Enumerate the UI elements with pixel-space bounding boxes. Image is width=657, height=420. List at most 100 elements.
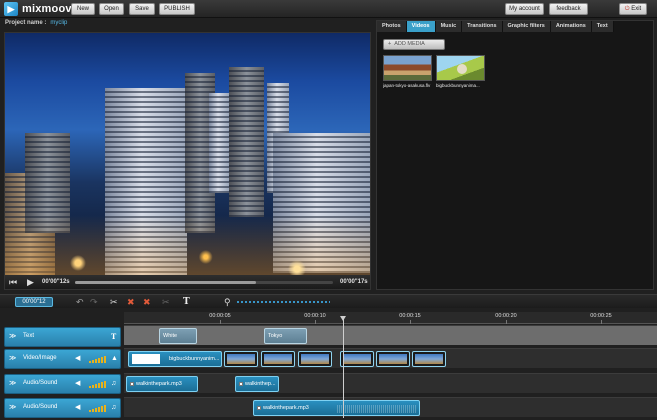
- audio-icon: ♫: [111, 380, 117, 387]
- logo-icon: ▶: [4, 2, 18, 16]
- plus-icon: +: [388, 41, 392, 47]
- timeline-toolbar: 00'00"12 ↶ ↷ ✂ ✖ ✖ ✂ T ⚲: [0, 294, 657, 308]
- ruler-label: 00:00:10: [304, 313, 326, 319]
- my-account-button[interactable]: My account: [505, 3, 544, 15]
- skip-back-icon[interactable]: ⏮: [9, 277, 17, 287]
- new-button[interactable]: New: [71, 3, 95, 15]
- timeline-ruler[interactable]: 00:00:05 00:00:10 00:00:15 00:00:20 00:0…: [124, 312, 657, 324]
- publish-button[interactable]: PUBLISH: [159, 3, 195, 15]
- text-clip[interactable]: Tokyo: [264, 328, 307, 344]
- track-lane-video[interactable]: bigbuckbunnyanim...: [124, 348, 657, 368]
- volume-level[interactable]: [89, 405, 107, 412]
- audio-clip-icon: [257, 405, 261, 410]
- media-tabs: Photos Videos Music Transitions Graphic filt…: [377, 21, 614, 33]
- media-caption: japan-tokyo-asakusa.flv: [383, 83, 431, 88]
- delete-all-icon[interactable]: ✖: [143, 296, 151, 308]
- track-lane-text[interactable]: White Tokyo: [124, 325, 657, 345]
- image-clip[interactable]: [298, 351, 332, 367]
- track-label: Audio/Sound: [23, 380, 58, 386]
- image-clip[interactable]: [224, 351, 258, 367]
- logo: ▶ mixmoov: [4, 2, 72, 16]
- audio-clip[interactable]: walkinthepark.mp3: [253, 400, 420, 416]
- add-media-button[interactable]: + ADD MEDIA: [383, 39, 445, 50]
- ruler-label: 00:00:15: [399, 313, 421, 319]
- text-tool-icon[interactable]: T: [183, 296, 190, 308]
- redo-icon[interactable]: ↷: [90, 296, 98, 308]
- logo-text: mixmoov: [22, 3, 72, 15]
- track-label: Text: [23, 333, 35, 339]
- volume-level[interactable]: [89, 381, 107, 388]
- tab-animations[interactable]: Animations: [550, 21, 592, 32]
- progress-bar[interactable]: [75, 281, 333, 284]
- video-clip[interactable]: bigbuckbunnyanim...: [128, 351, 222, 367]
- audio-clip-label: walkinthep...: [245, 381, 276, 387]
- image-clip[interactable]: [261, 351, 295, 367]
- project-name-label: Project name :: [5, 20, 47, 26]
- top-bar: ▶ mixmoov New Open Save PUBLISH My accou…: [0, 0, 657, 18]
- media-caption: bigbuckbunnyanima...: [436, 83, 480, 88]
- open-button[interactable]: Open: [99, 3, 124, 15]
- volume-icon[interactable]: ◀: [75, 380, 80, 388]
- playhead[interactable]: [340, 316, 346, 418]
- audio-clip[interactable]: walkinthep...: [235, 376, 279, 392]
- exit-button[interactable]: ⏻ Exit: [619, 3, 647, 15]
- track-lane-audio-1[interactable]: walkinthepark.mp3 walkinthep...: [124, 373, 657, 393]
- tab-text[interactable]: Text: [591, 21, 614, 32]
- split-icon[interactable]: ✂: [162, 296, 170, 308]
- video-clip-label: bigbuckbunnyanim...: [169, 356, 220, 362]
- track-lane-audio-2[interactable]: walkinthepark.mp3: [124, 397, 657, 417]
- volume-icon[interactable]: ◀: [75, 355, 80, 363]
- ruler-label: 00:00:05: [209, 313, 231, 319]
- image-clip[interactable]: [340, 351, 374, 367]
- tab-graphic-filters[interactable]: Graphic filters: [502, 21, 551, 32]
- track-header-audio-1[interactable]: ≫ Audio/Sound ◀ ♫: [4, 374, 121, 394]
- feedback-button[interactable]: feedback: [549, 3, 588, 15]
- add-media-label: ADD MEDIA: [394, 41, 425, 47]
- exit-label: Exit: [631, 6, 642, 12]
- image-icon: ▲: [111, 355, 118, 362]
- tab-photos[interactable]: Photos: [377, 21, 407, 32]
- mixmoov-editor: ▶ mixmoov New Open Save PUBLISH My accou…: [0, 0, 657, 420]
- tab-transitions[interactable]: Transitions: [462, 21, 503, 32]
- save-button[interactable]: Save: [129, 3, 155, 15]
- media-thumbnail[interactable]: [436, 55, 485, 81]
- media-thumbnail[interactable]: [383, 55, 432, 81]
- undo-icon[interactable]: ↶: [76, 296, 84, 308]
- zoom-icon[interactable]: ⚲: [224, 296, 231, 308]
- collapse-icon[interactable]: ≫: [9, 355, 16, 363]
- ruler-label: 00:00:20: [495, 313, 517, 319]
- track-header-video[interactable]: ≫ Video/Image ◀ ▲: [4, 349, 121, 369]
- play-icon[interactable]: ▶: [27, 277, 34, 287]
- track-header-audio-2[interactable]: ≫ Audio/Sound ◀ ♫: [4, 398, 121, 418]
- track-header-text[interactable]: ≫ Text T: [4, 327, 121, 347]
- total-time: 00'00"17s: [340, 279, 368, 285]
- cut-icon[interactable]: ✂: [110, 296, 118, 308]
- audio-clip-icon: [130, 381, 134, 386]
- audio-clip-label: walkinthepark.mp3: [263, 405, 309, 411]
- audio-clip-label: walkinthepark.mp3: [136, 381, 182, 387]
- delete-icon[interactable]: ✖: [127, 296, 135, 308]
- exit-icon: ⏻: [624, 6, 630, 12]
- project-name-value[interactable]: myclip: [50, 20, 67, 26]
- current-time: 00'00"12s: [42, 279, 70, 285]
- text-icon: T: [111, 332, 117, 341]
- media-panel: Photos Videos Music Transitions Graphic filt…: [376, 20, 654, 290]
- player-controls: ⏮ ▶ 00'00"12s 00'00"17s: [5, 275, 370, 289]
- collapse-icon[interactable]: ≫: [9, 333, 16, 341]
- image-clip[interactable]: [376, 351, 410, 367]
- volume-level[interactable]: [89, 356, 107, 363]
- image-clip[interactable]: [412, 351, 446, 367]
- collapse-icon[interactable]: ≫: [9, 404, 16, 412]
- video-player: ⏮ ▶ 00'00"12s 00'00"17s: [4, 32, 371, 290]
- collapse-icon[interactable]: ≫: [9, 380, 16, 388]
- audio-clip[interactable]: walkinthepark.mp3: [126, 376, 198, 392]
- progress-fill: [75, 281, 256, 284]
- zoom-slider[interactable]: [236, 301, 330, 303]
- volume-icon[interactable]: ◀: [75, 404, 80, 412]
- audio-clip-icon: [239, 381, 243, 386]
- text-clip[interactable]: White: [159, 328, 197, 344]
- tab-music[interactable]: Music: [435, 21, 463, 32]
- audio-icon: ♫: [111, 404, 117, 411]
- track-label: Video/Image: [23, 355, 57, 361]
- tab-videos[interactable]: Videos: [406, 21, 436, 32]
